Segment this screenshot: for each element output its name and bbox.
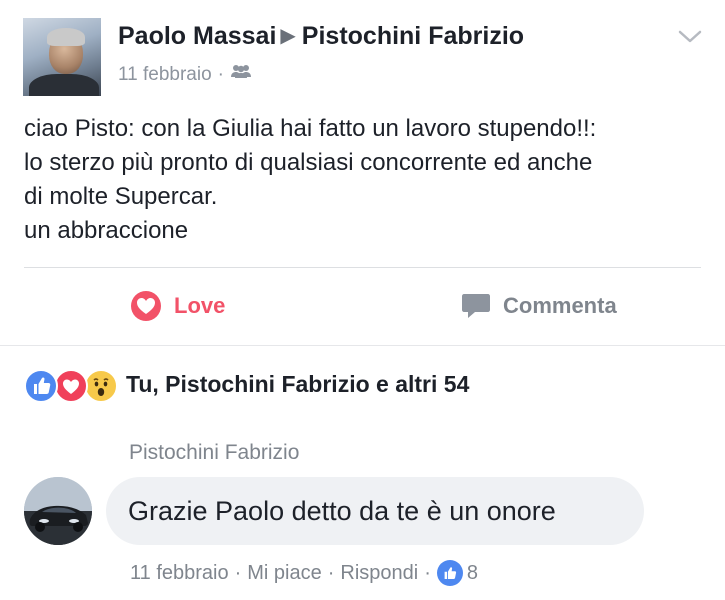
comment-text: Grazie Paolo detto da te è un onore [128,495,556,526]
post-card: Paolo Massai ▶ Pistochini Fabrizio 11 febb… [0,0,725,345]
meta-dot: · [234,561,242,584]
comment-meta: 11 febbraio · Mi piace · Rispondi · 8 [130,559,478,587]
comment-author[interactable]: Pistochini Fabrizio [129,441,299,465]
post-text: ciao Pisto: con la Giulia hai fatto un l… [24,112,714,248]
post-meta: 11 febbraio · [118,64,252,86]
friends-icon [230,62,252,84]
target-name[interactable]: Pistochini Fabrizio [302,22,524,50]
post-header: Paolo Massai ▶ Pistochini Fabrizio [118,22,524,51]
comment-label: Commenta [503,293,617,318]
reaction-names[interactable]: Tu, Pistochini Fabrizio e altri 54 [126,371,469,398]
car-image [24,477,92,545]
like-link[interactable]: Mi piace [247,562,321,585]
like-icon [24,369,58,403]
post-text-line: ciao Pisto: con la Giulia hai fatto un l… [24,115,597,142]
post-date[interactable]: 11 febbraio [118,64,212,85]
reactions-summary[interactable]: Tu, Pistochini Fabrizio e altri 54 [24,366,469,403]
love-label: Love [174,293,226,318]
author-name[interactable]: Paolo Massai [118,22,276,50]
section-divider [0,345,725,346]
comment-button[interactable]: Commenta [461,288,617,324]
post-text-line: di molte Supercar. [24,183,218,210]
meta-dot: · [327,561,335,584]
wow-icon [84,369,118,403]
arrow-right-icon: ▶ [280,25,296,47]
reply-link[interactable]: Rispondi [340,562,418,585]
like-count[interactable]: 8 [467,562,478,585]
chevron-down-icon[interactable] [678,30,702,49]
comment-bubble[interactable]: Grazie Paolo detto da te è un onore [106,477,644,545]
commenter-avatar[interactable] [24,477,92,545]
meta-dot: · [424,561,431,584]
comment-icon [462,294,490,318]
divider [24,267,701,268]
reaction-icons [24,367,120,403]
like-count-icon[interactable] [436,560,463,586]
love-reaction-icon [54,369,88,403]
love-icon [131,291,161,321]
meta-dot: · [217,64,224,86]
author-avatar[interactable] [23,18,101,96]
love-button[interactable]: Love [130,288,225,324]
avatar-hair [47,28,85,46]
post-text-line: un abbraccione [24,217,189,244]
avatar-shoulders [29,74,99,96]
post-text-line: lo sterzo più pronto di qualsiasi concor… [24,149,593,176]
comment-date[interactable]: 11 febbraio [130,562,229,585]
